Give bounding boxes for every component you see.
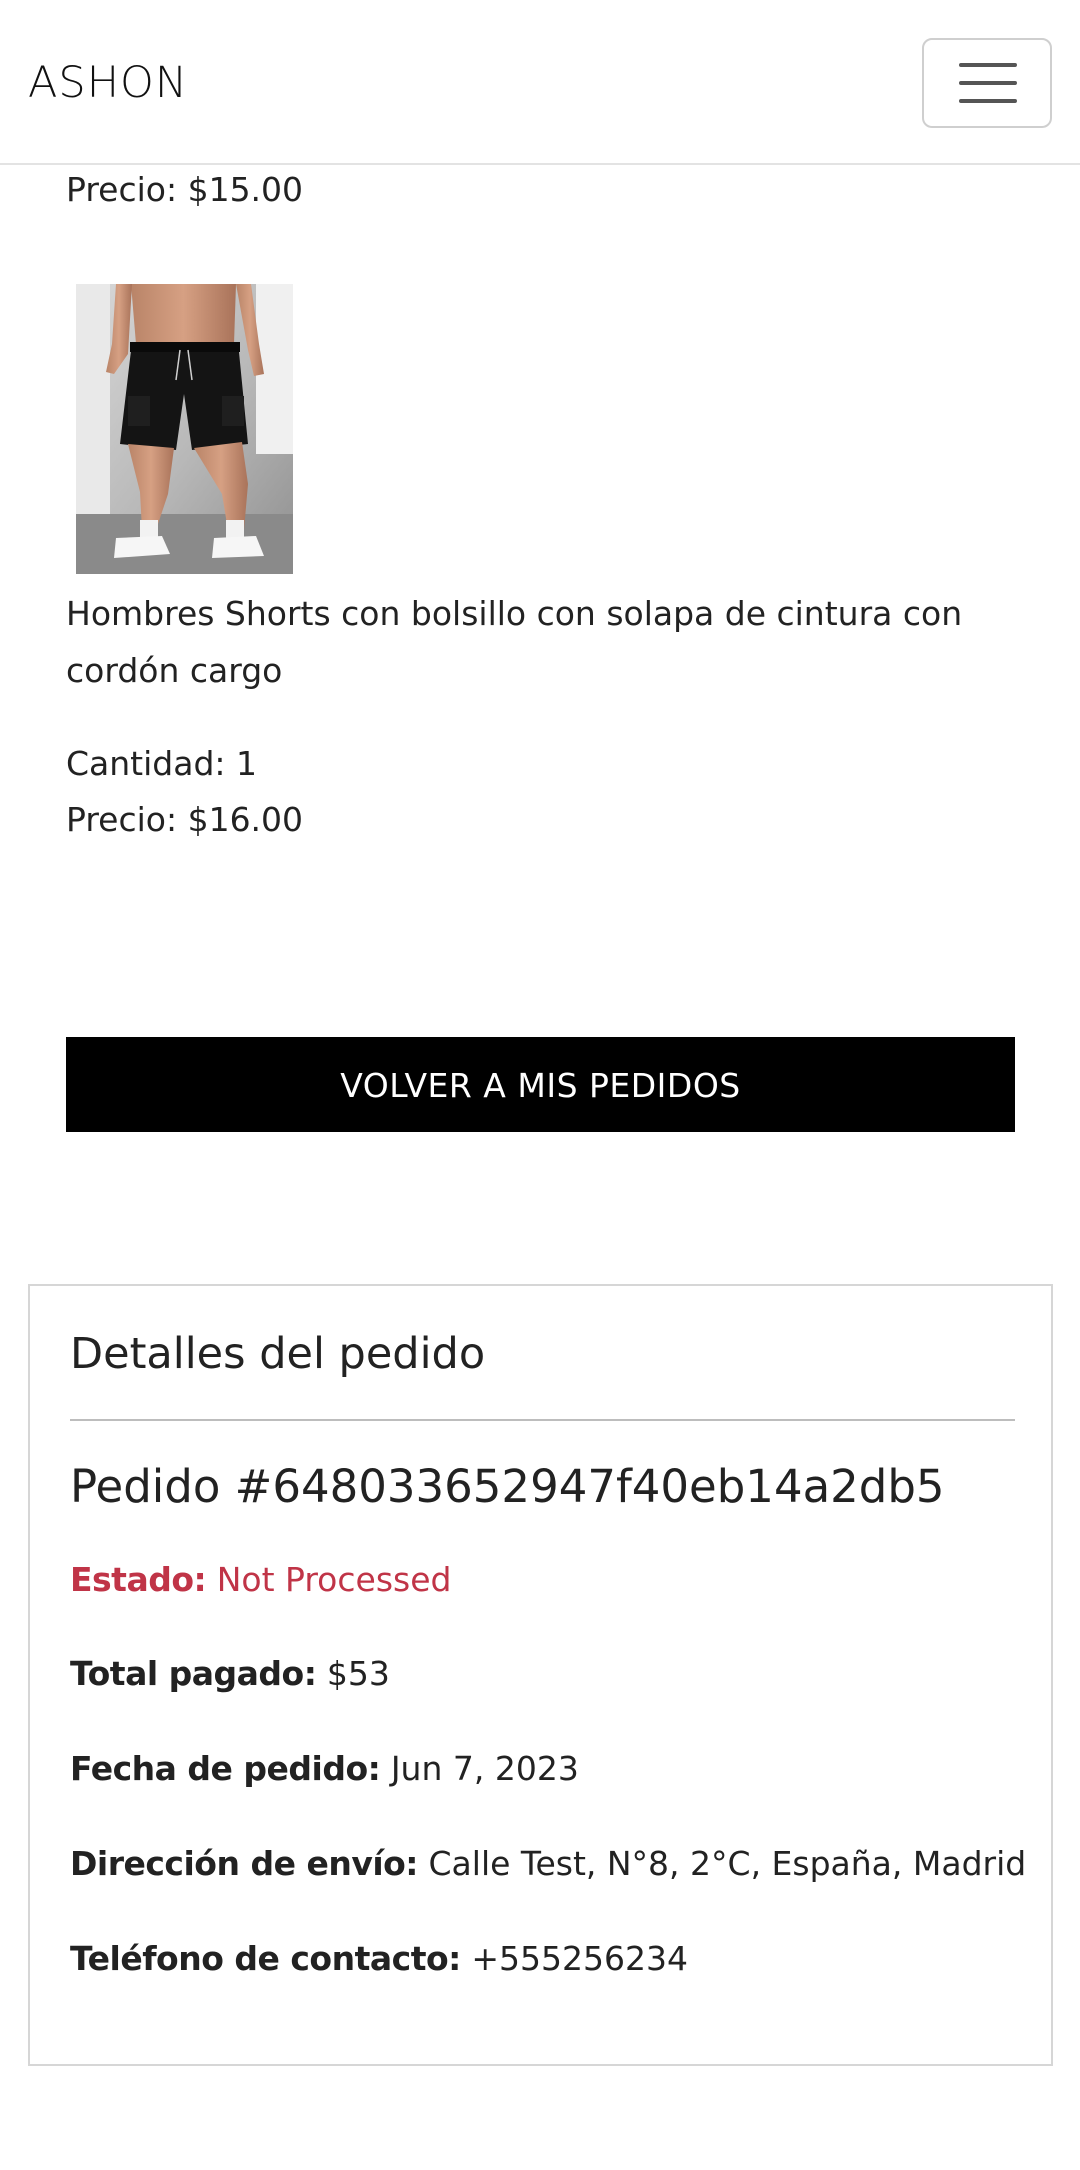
order-status-row: Estado: Not Processed — [70, 1558, 451, 1602]
shipping-address-value: Calle Test, N°8, 2°C, España, Madrid — [428, 1844, 1027, 1883]
product-quantity: Cantidad: 1 — [66, 744, 258, 783]
order-date-value: Jun 7, 2023 — [390, 1749, 579, 1788]
brand-logo-link[interactable]: ASHON — [28, 56, 188, 110]
card-divider — [70, 1419, 1015, 1421]
previous-item-price: Precio: $15.00 — [66, 170, 304, 209]
order-date-label: Fecha de pedido: — [70, 1749, 381, 1788]
contact-phone-row: Teléfono de contacto: +555256234 — [70, 1937, 688, 1981]
order-id: Pedido #648033652947f40eb14a2db5 — [70, 1460, 945, 1513]
contact-phone-value: +555256234 — [471, 1939, 688, 1978]
order-status-value: Not Processed — [216, 1560, 452, 1599]
order-details-title: Detalles del pedido — [70, 1329, 486, 1379]
order-status-label: Estado: — [70, 1560, 207, 1599]
shipping-address-row: Dirección de envío: Calle Test, N°8, 2°C… — [70, 1842, 1026, 1886]
order-total-label: Total pagado: — [70, 1654, 317, 1693]
back-to-orders-button[interactable]: VOLVER A MIS PEDIDOS — [66, 1037, 1015, 1132]
contact-phone-label: Teléfono de contacto: — [70, 1939, 461, 1978]
menu-toggle-button[interactable] — [922, 38, 1052, 128]
order-total-value: $53 — [326, 1654, 390, 1693]
top-navbar: ASHON — [0, 0, 1080, 165]
shipping-address-label: Dirección de envío: — [70, 1844, 419, 1883]
product-name: Hombres Shorts con bolsillo con solapa d… — [66, 594, 963, 690]
order-total-row: Total pagado: $53 — [70, 1652, 390, 1696]
order-date-row: Fecha de pedido: Jun 7, 2023 — [70, 1747, 579, 1791]
product-price: Precio: $16.00 — [66, 800, 304, 839]
product-photo-icon — [76, 284, 293, 574]
order-details-card: Detalles del pedido Pedido #648033652947… — [28, 1284, 1053, 2066]
product-image — [76, 284, 293, 574]
